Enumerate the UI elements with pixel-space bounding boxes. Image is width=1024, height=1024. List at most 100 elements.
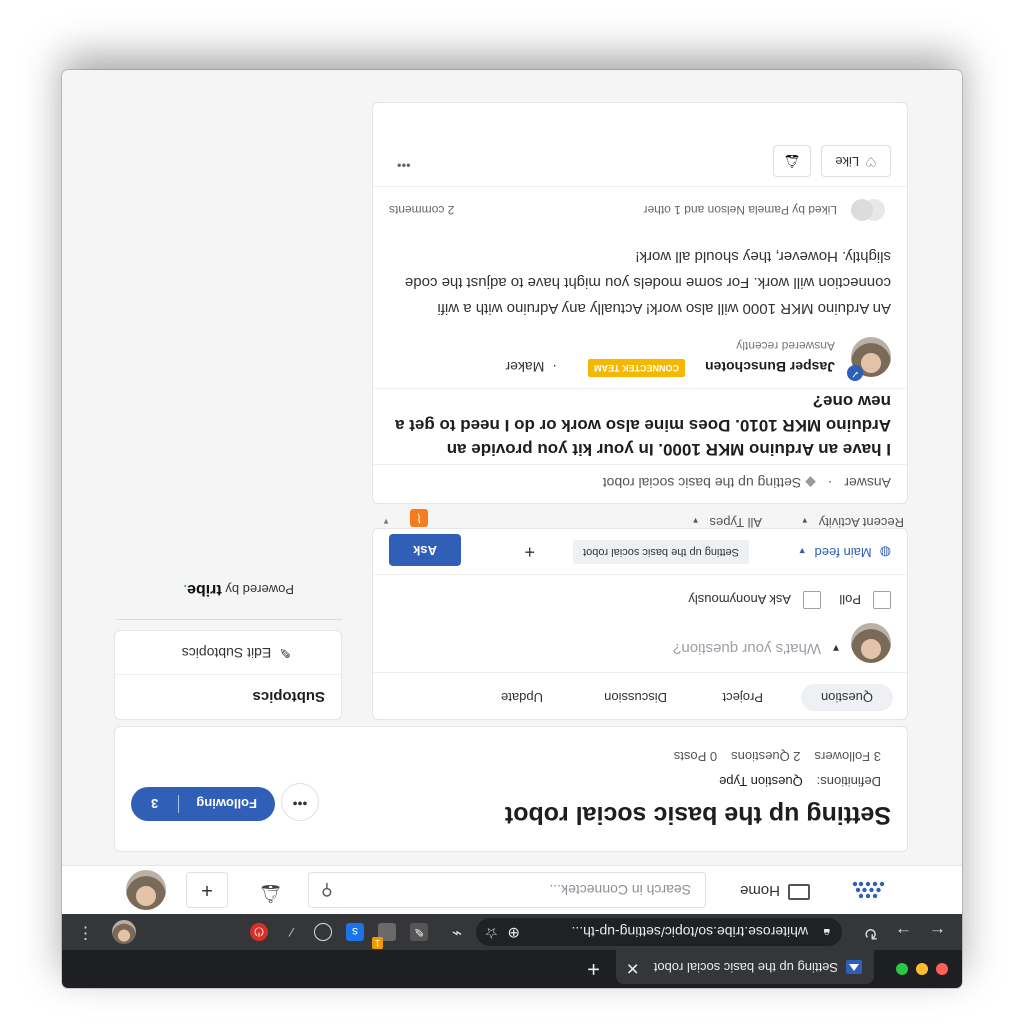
back-icon[interactable]: ← (929, 923, 946, 943)
recent-activity-label: Recent Activity (818, 515, 904, 530)
bell-icon: 🔔︎ (783, 154, 801, 169)
questions-count[interactable]: 2 Questions (731, 749, 800, 764)
poll-checkbox[interactable]: Poll (839, 591, 891, 609)
verified-check-icon: ✓ (847, 365, 863, 381)
post-topic-link[interactable]: Setting up the basic social robot (603, 475, 801, 491)
team-badge: CONNECTEK TEAM (588, 359, 685, 377)
address-bar[interactable]: 🔒︎ whiterose.tribe.so/topic/setting-up-t… (476, 918, 842, 946)
new-tab-button[interactable]: + (587, 956, 600, 982)
recent-activity-filter[interactable]: Recent Activity ▼ (801, 515, 904, 530)
reload-icon[interactable]: ↻ (864, 923, 878, 943)
feed-label: Main feed (814, 545, 872, 560)
bookmark-star-icon[interactable]: ☆ (485, 924, 498, 942)
all-types-filter[interactable]: All Types ▼ (692, 515, 762, 530)
home-link[interactable]: Home (740, 882, 810, 900)
browser-tab[interactable]: Setting up the basic social robot ✕ (616, 950, 874, 984)
rss-feed-icon[interactable]: ⌇ (410, 509, 428, 527)
search-input[interactable]: Search in Connectek... ⚲ (308, 872, 706, 908)
all-types-label: All Types (709, 515, 762, 530)
post-type: Answer (844, 475, 891, 491)
tab-update[interactable]: Update (501, 690, 543, 705)
topic-stats: 3 Followers 2 Questions 0 Posts (660, 749, 881, 764)
identity-caret-icon[interactable]: ▼ (831, 642, 841, 653)
search-icon[interactable]: ⚲ (321, 880, 333, 900)
forward-icon[interactable]: → (895, 923, 912, 943)
browser-window: Setting up the basic social robot ✕ + ← … (62, 70, 962, 988)
following-button[interactable]: Following 3 (131, 787, 275, 821)
thumbs-up-icon: ♡ (865, 154, 877, 169)
answer-text: An Arduino MKR 1000 will also work! Actu… (404, 248, 891, 317)
follow-post-button[interactable]: 🔔︎ (773, 145, 811, 177)
tab-strip: Setting up the basic social robot ✕ + (62, 950, 962, 988)
notifications-bell-icon[interactable]: 🔔︎ (259, 883, 282, 904)
install-app-icon[interactable]: ⊕ (507, 924, 520, 942)
answerer-name[interactable]: Jasper Bunschoten (705, 359, 835, 375)
chevron-down-icon: ▼ (800, 516, 809, 525)
feed-selector[interactable]: ◍ Main feed ▼ (798, 544, 891, 560)
anonymous-checkbox[interactable]: Ask Anonymously (688, 591, 821, 609)
edit-extension-icon[interactable]: ✎ (410, 923, 428, 941)
question-text[interactable]: I have an Arduino MKR 1000. In your kit … (391, 389, 891, 461)
rotated-screenshot: Setting up the basic social robot ✕ + ← … (0, 0, 1024, 1024)
create-button[interactable]: + (186, 872, 228, 908)
chevron-down-icon: ▼ (691, 516, 700, 525)
url-text: whiterose.tribe.so/topic/setting-up-th..… (571, 924, 808, 940)
close-tab-icon[interactable]: ✕ (626, 958, 639, 978)
question-input[interactable]: What's your question? (673, 640, 821, 657)
pin-extension-icon[interactable]: ⁄ (282, 923, 300, 941)
following-count: 3 (151, 796, 159, 811)
answered-time: Answered recently (736, 339, 835, 353)
minimize-window-button[interactable] (916, 963, 928, 975)
chevron-down-icon: ▼ (797, 546, 807, 556)
post-more-button[interactable]: ••• (397, 158, 411, 173)
tab-question[interactable]: Question (800, 684, 893, 711)
extension-icon[interactable]: 1 (371, 923, 396, 949)
s-extension-icon[interactable]: s (346, 923, 364, 941)
powered-by-label: Powered by (225, 582, 294, 597)
profile-avatar[interactable] (112, 920, 136, 944)
comments-count[interactable]: 2 comments (389, 203, 454, 217)
maximize-window-button[interactable] (896, 963, 908, 975)
topic-tag-icon: ◆ (805, 475, 816, 491)
feed-post-card: Answer · ◆ Setting up the basic social r… (372, 102, 908, 504)
chevron-down-icon[interactable]: ▼ (382, 517, 390, 526)
topic-pill[interactable]: Setting up the basic social robot (573, 540, 749, 564)
power-extension-icon[interactable]: ⏻ (250, 923, 268, 941)
topic-definitions: Definitions: Question Type (719, 774, 881, 789)
extension-badge: 1 (371, 937, 383, 949)
anonymous-label: Ask Anonymously (688, 592, 791, 607)
tribe-favicon-icon (846, 960, 862, 974)
tab-discussion[interactable]: Discussion (604, 690, 667, 705)
edit-subtopics-button[interactable]: ✎ Edit Subtopics (182, 644, 291, 661)
likes-summary[interactable]: Liked by Pamela Nelson and 1 other (644, 203, 837, 217)
like-label: Like (835, 154, 860, 169)
tab-project[interactable]: Project (723, 690, 763, 705)
search-placeholder: Search in Connectek... (549, 882, 691, 898)
answerer-role: ·Maker (505, 359, 557, 375)
topic-more-button[interactable]: ••• (281, 783, 319, 821)
tab-title: Setting up the basic social robot (653, 960, 838, 975)
browser-menu-icon[interactable]: ⋮ (77, 923, 94, 943)
user-avatar[interactable] (126, 870, 166, 910)
page-title: Setting up the basic social robot (504, 801, 891, 829)
powered-by[interactable]: Powered by tribe. (183, 580, 294, 598)
close-window-button[interactable] (936, 963, 948, 975)
pulse-extension-icon[interactable]: ⌁ (452, 923, 462, 943)
followers-count[interactable]: 3 Followers (815, 749, 881, 764)
like-button[interactable]: ♡ Like (821, 145, 891, 177)
post-meta: Answer · ◆ Setting up the basic social r… (602, 475, 891, 491)
topic-header-card: Setting up the basic social robot Defini… (114, 726, 908, 852)
add-topic-button[interactable]: + (524, 541, 535, 562)
ask-button[interactable]: Ask (389, 534, 461, 566)
tribe-brand: tribe (187, 581, 222, 598)
poll-label: Poll (839, 592, 861, 607)
role-label: Maker (505, 359, 545, 375)
site-header: Home Search in Connectek... ⚲ 🔔︎ + (62, 865, 962, 914)
connectek-logo-icon[interactable] (852, 880, 886, 900)
home-icon (788, 884, 810, 900)
definitions-label: Definitions: (816, 774, 881, 789)
composer-footer: ◍ Main feed ▼ Setting up the basic social … (373, 528, 907, 575)
posts-count[interactable]: 0 Posts (674, 749, 717, 764)
circle-extension-icon[interactable] (314, 923, 332, 941)
definitions-value[interactable]: Question Type (719, 774, 803, 789)
